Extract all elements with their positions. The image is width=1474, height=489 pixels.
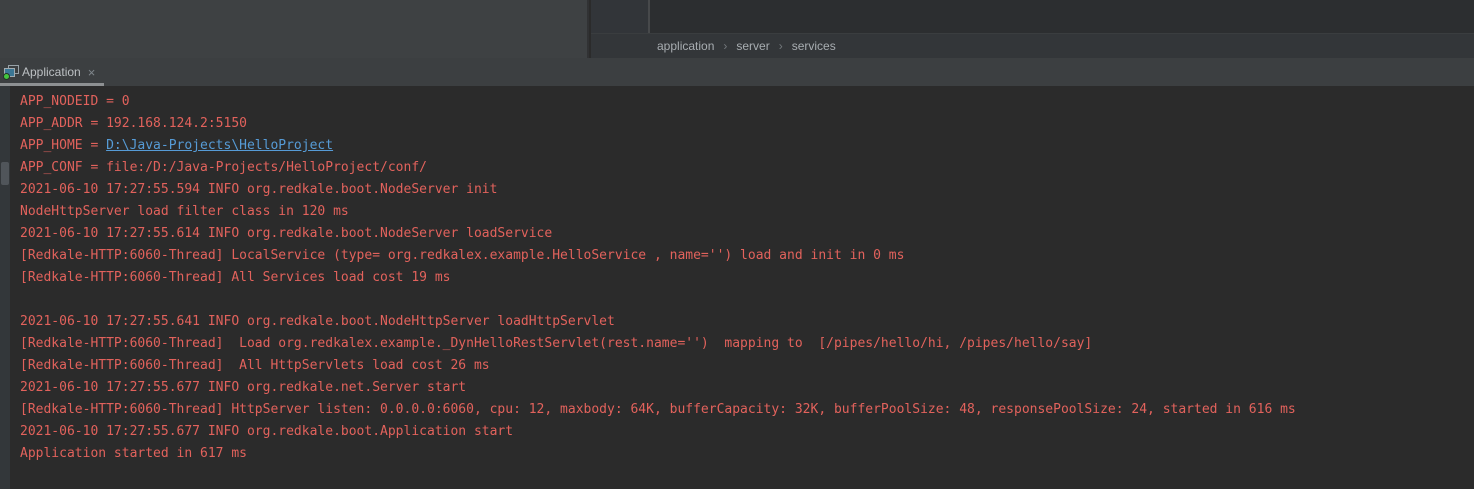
breadcrumb-item-services[interactable]: services <box>792 39 836 53</box>
console-line: [Redkale-HTTP:6060-Thread] All HttpServl… <box>20 355 1474 377</box>
console-line: 2021-06-10 17:27:55.677 INFO org.redkale… <box>20 421 1474 443</box>
tab-label: Application <box>22 65 81 79</box>
run-console-icon <box>4 65 19 79</box>
breadcrumb-item-server[interactable]: server <box>736 39 769 53</box>
close-icon[interactable]: × <box>88 66 96 79</box>
console-line: 2021-06-10 17:27:55.594 INFO org.redkale… <box>20 179 1474 201</box>
console-line: 2021-06-10 17:27:55.614 INFO org.redkale… <box>20 223 1474 245</box>
breadcrumb: application › server › services <box>591 33 1474 58</box>
breadcrumb-item-application[interactable]: application <box>657 39 714 53</box>
console-line: 2021-06-10 17:27:55.677 INFO org.redkale… <box>20 377 1474 399</box>
console-line: [Redkale-HTTP:6060-Thread] Load org.redk… <box>20 333 1474 355</box>
ide-window: application › server › services Applicat… <box>0 0 1474 489</box>
run-toolwindow-tab-bar: Application × <box>0 58 1474 86</box>
console-line: APP_NODEID = 0 <box>20 91 1474 113</box>
console-area: APP_NODEID = 0APP_ADDR = 192.168.124.2:5… <box>0 86 1474 489</box>
console-line: Application started in 617 ms <box>20 443 1474 465</box>
console-line: APP_HOME = D:\Java-Projects\HelloProject <box>20 135 1474 157</box>
pane-divider[interactable] <box>648 0 650 33</box>
tab-application[interactable]: Application × <box>0 58 104 86</box>
chevron-right-icon: › <box>723 39 727 53</box>
console-line: [Redkale-HTTP:6060-Thread] HttpServer li… <box>20 399 1474 421</box>
console-line: APP_CONF = file:/D:/Java-Projects/HelloP… <box>20 157 1474 179</box>
gutter-marker[interactable] <box>1 162 9 185</box>
console-line: NodeHttpServer load filter class in 120 … <box>20 201 1474 223</box>
console-output: APP_NODEID = 0APP_ADDR = 192.168.124.2:5… <box>10 91 1474 465</box>
console-gutter[interactable] <box>0 86 10 489</box>
console-line: [Redkale-HTTP:6060-Thread] LocalService … <box>20 245 1474 267</box>
console-line: APP_ADDR = 192.168.124.2:5150 <box>20 113 1474 135</box>
editor-pane-segment <box>591 0 648 33</box>
file-path-link[interactable]: D:\Java-Projects\HelloProject <box>106 138 333 153</box>
chevron-right-icon: › <box>779 39 783 53</box>
running-status-dot <box>3 73 10 80</box>
console-line <box>20 289 1474 311</box>
editor-right-pane <box>591 0 1474 33</box>
console-line: [Redkale-HTTP:6060-Thread] All Services … <box>20 267 1474 289</box>
editor-left-pane <box>0 0 589 58</box>
console-line: 2021-06-10 17:27:55.641 INFO org.redkale… <box>20 311 1474 333</box>
